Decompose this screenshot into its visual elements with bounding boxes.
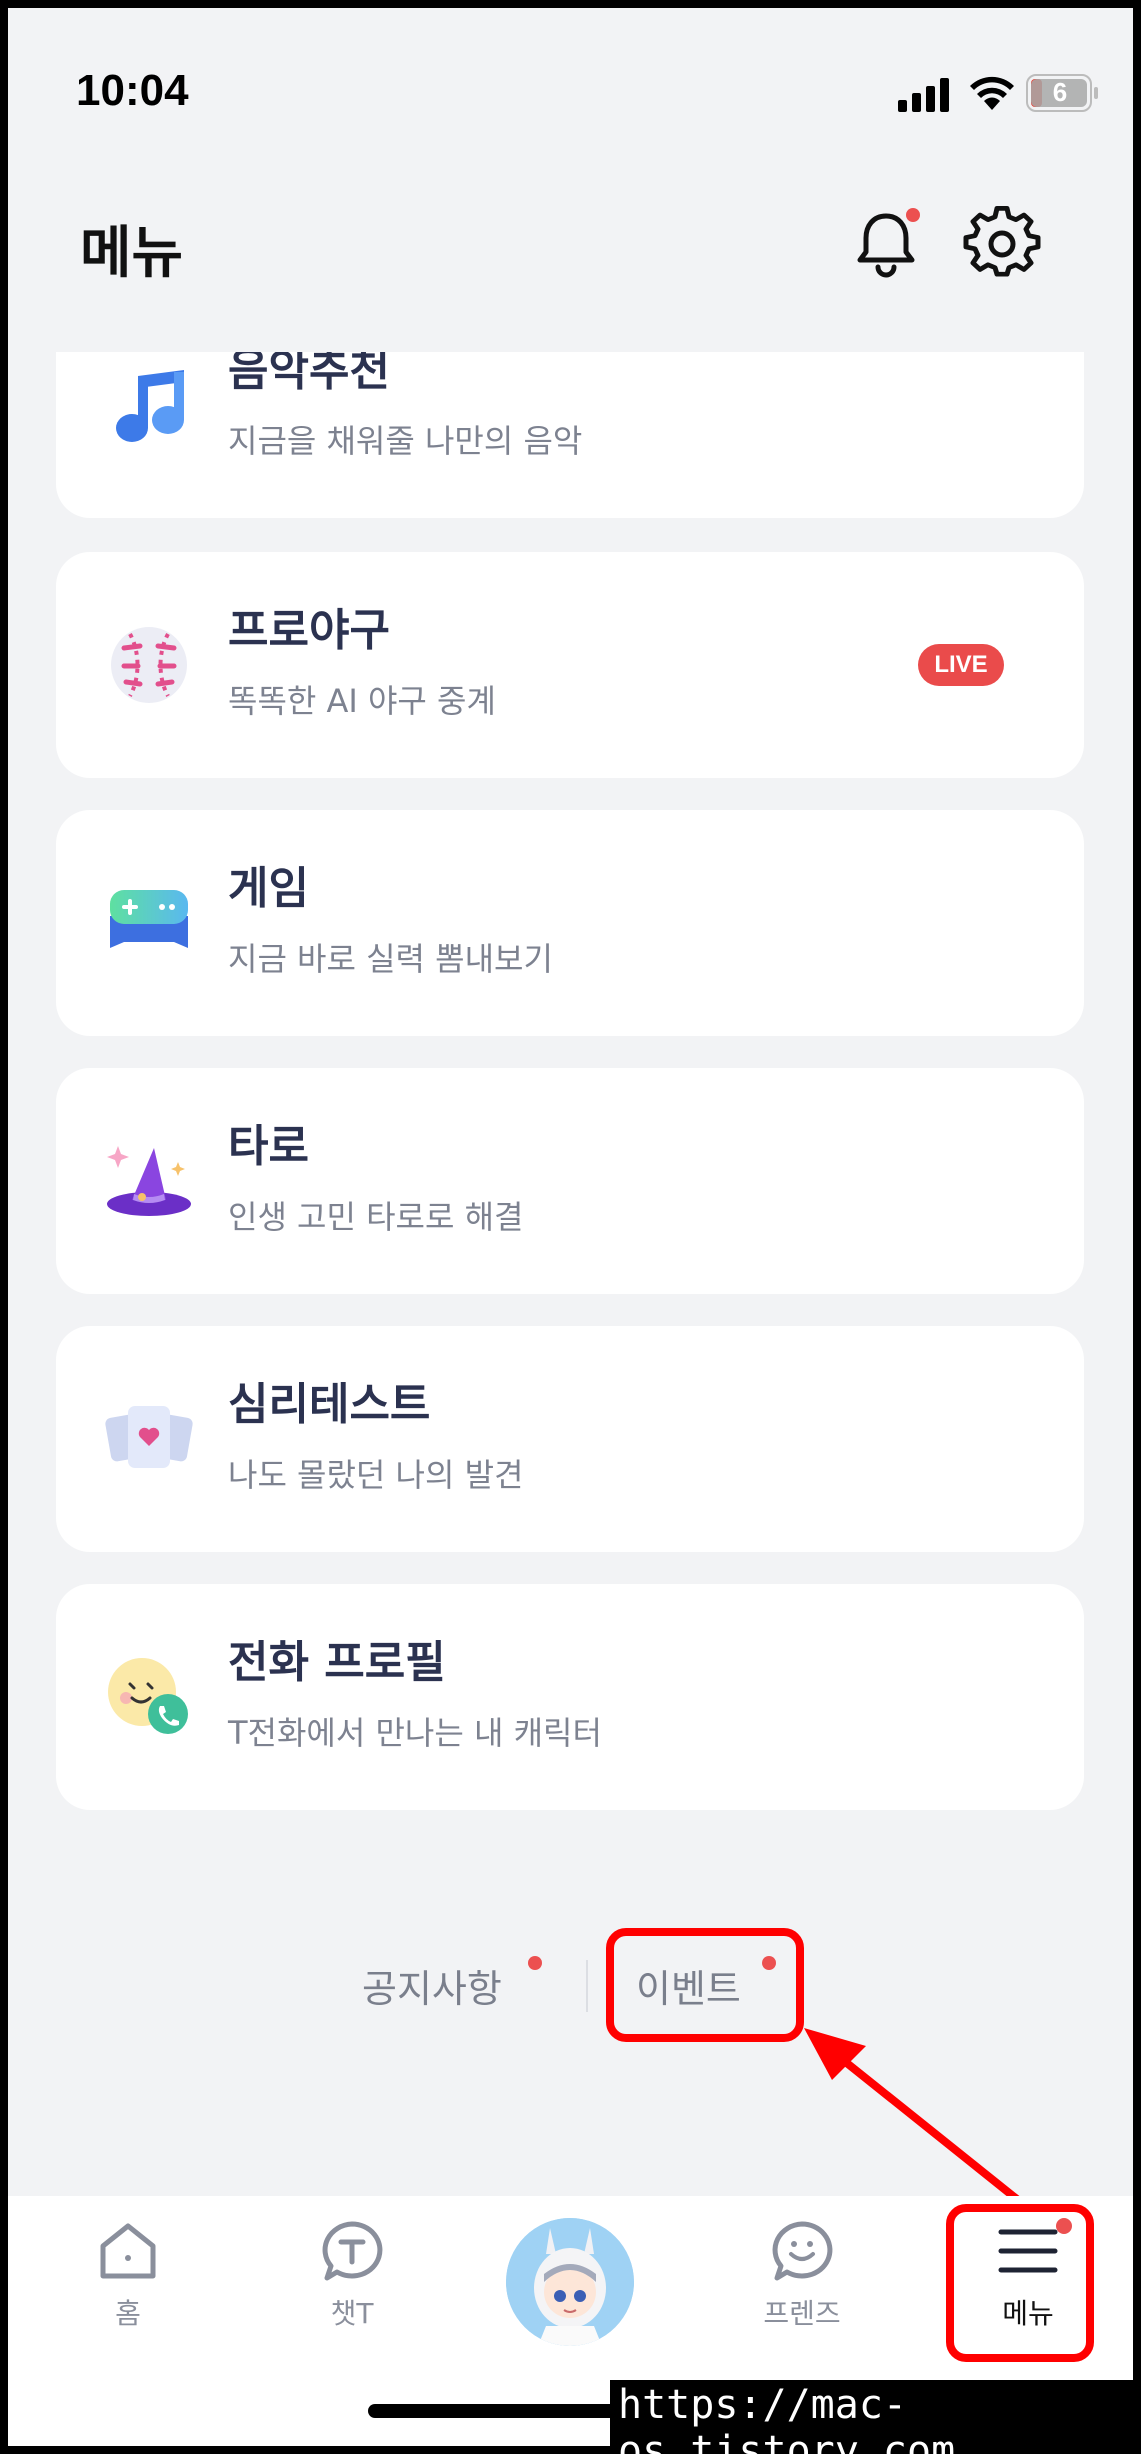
- card-title: 게임: [228, 863, 309, 914]
- watermark-text: https://mac-os.tistory.com: [610, 2380, 1141, 2454]
- card-call-profile[interactable]: 전화 프로필 T전화에서 만나는 내 캐릭터: [56, 1584, 1084, 1810]
- gamepad-icon: [110, 890, 188, 948]
- battery-level: 6: [1052, 77, 1068, 107]
- app-screen: 10:04 6 메뉴 음악추천 지금을 채워줄 나만의 음악 프로야구 똑똑한 …: [8, 8, 1133, 2446]
- card-title: 전화 프로필: [228, 1637, 446, 1688]
- wifi-icon: [970, 76, 1014, 110]
- character-avatar-icon: [506, 2218, 634, 2346]
- notice-dot: [528, 1956, 542, 1970]
- nav-label: 홈: [115, 2297, 141, 2330]
- card-music[interactable]: 음악추천 지금을 채워줄 나만의 음악: [56, 352, 1084, 518]
- home-icon: [100, 2223, 156, 2279]
- cards-heart-icon: [105, 1406, 193, 1468]
- page-title: 메뉴: [80, 221, 184, 286]
- card-title: 심리테스트: [228, 1379, 431, 1430]
- menu-list[interactable]: 음악추천 지금을 채워줄 나만의 음악 프로야구 똑똑한 AI 야구 중계 LI…: [8, 352, 1133, 2182]
- card-subtitle: T전화에서 만나는 내 캐릭터: [228, 1714, 602, 1752]
- card-psych-test[interactable]: 심리테스트 나도 몰랐던 나의 발견: [56, 1326, 1084, 1552]
- settings-gear-icon[interactable]: [962, 204, 1042, 284]
- card-subtitle: 인생 고민 타로로 해결: [228, 1198, 524, 1236]
- link-divider: [586, 1960, 588, 2012]
- baseball-icon: [111, 627, 187, 703]
- nav-chat[interactable]: 챗T: [272, 2216, 432, 2356]
- avatar[interactable]: [506, 2218, 634, 2346]
- card-game[interactable]: 게임 지금 바로 실력 뽐내보기: [56, 810, 1084, 1036]
- notice-link[interactable]: 공지사항: [362, 1958, 502, 2013]
- live-badge: LIVE: [918, 644, 1004, 686]
- card-title: 음악추천: [228, 352, 390, 396]
- card-subtitle: 똑똑한 AI 야구 중계: [228, 682, 496, 720]
- nav-label: 프렌즈: [763, 2297, 841, 2330]
- nav-label: 챗T: [330, 2297, 374, 2330]
- status-bar: 10:04 6: [8, 8, 1133, 188]
- card-baseball[interactable]: 프로야구 똑똑한 AI 야구 중계 LIVE: [56, 552, 1084, 778]
- cellular-signal-icon: [898, 78, 949, 112]
- card-subtitle: 지금을 채워줄 나만의 음악: [228, 422, 583, 460]
- menu-highlight-box: [946, 2204, 1094, 2362]
- chat-t-icon: [322, 2221, 383, 2281]
- card-tarot[interactable]: 타로 인생 고민 타로로 해결: [56, 1068, 1084, 1294]
- witch-hat-icon: [107, 1146, 191, 1216]
- card-title: 타로: [228, 1121, 309, 1172]
- status-time: 10:04: [76, 66, 189, 115]
- friends-smile-icon: [772, 2221, 833, 2281]
- card-subtitle: 지금 바로 실력 뽐내보기: [228, 940, 553, 978]
- notification-dot: [906, 208, 920, 222]
- nav-home[interactable]: 홈: [48, 2216, 208, 2356]
- smiley-phone-icon: [108, 1658, 188, 1734]
- card-subtitle: 나도 몰랐던 나의 발견: [228, 1456, 524, 1494]
- annotation-arrow-icon: [804, 2028, 1032, 2212]
- card-title: 프로야구: [228, 605, 390, 656]
- event-highlight-box: [606, 1928, 804, 2042]
- music-note-icon: [116, 370, 184, 442]
- nav-friends[interactable]: 프렌즈: [722, 2216, 882, 2356]
